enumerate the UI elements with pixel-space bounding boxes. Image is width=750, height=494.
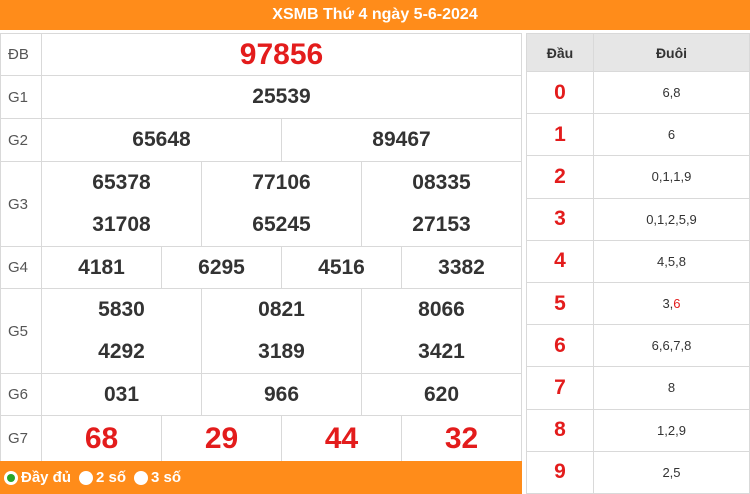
prize-label: G6 — [0, 373, 42, 416]
option-label: 3 số — [151, 469, 182, 486]
loto-row: 0 6,8 — [526, 70, 750, 115]
option-3-digits[interactable]: 3 số — [134, 469, 181, 486]
loto-tail-col: Đuôi — [593, 33, 750, 72]
loto-tails: 4,5,8 — [593, 239, 750, 283]
radio-icon[interactable] — [134, 470, 149, 485]
prize-label: G4 — [0, 246, 42, 289]
prize-number: 3382 — [401, 246, 522, 289]
prize-row-db: ĐB 97856 — [0, 33, 522, 76]
loto-tails: 6,6,7,8 — [593, 324, 750, 368]
loto-row: 4 4,5,8 — [526, 239, 750, 283]
loto-tails: 0,1,1,9 — [593, 155, 750, 199]
radio-icon[interactable] — [79, 470, 94, 485]
prize-number: 31708 — [41, 203, 202, 247]
prize-number: 27153 — [361, 203, 522, 247]
prize-row-g5b: 4292 3189 3421 — [1, 330, 522, 374]
loto-head: 4 — [526, 239, 594, 283]
prize-number: 77106 — [201, 161, 362, 204]
prize-number: 32 — [401, 415, 522, 462]
prize-row-g4: G4 4181 6295 4516 3382 — [0, 246, 522, 289]
prize-number: 65378 — [41, 161, 202, 204]
loto-head: 6 — [526, 324, 594, 368]
loto-head: 7 — [526, 366, 594, 410]
option-2-digits[interactable]: 2 số — [79, 469, 126, 486]
prize-row-g5: G5 5830 0821 8066 — [0, 288, 522, 374]
prize-number: 3421 — [361, 330, 522, 374]
loto-row: 78 — [526, 366, 750, 410]
prize-number: 25539 — [41, 75, 522, 119]
loto-head: 0 — [526, 70, 594, 115]
prize-number: 3189 — [201, 330, 362, 374]
loto-tails: 0,1,2,5,9 — [593, 197, 750, 241]
prize-row-g6: G6 031 966 620 — [0, 373, 522, 416]
loto-row: 8 1,2,9 — [526, 408, 750, 452]
prize-number: 44 — [281, 415, 402, 462]
prize-number: 68 — [41, 415, 162, 462]
prize-row-g7: G7 68 29 44 32 — [0, 415, 522, 462]
option-label: 2 số — [96, 469, 127, 486]
option-label: Đầy đủ — [21, 469, 72, 486]
radio-selected-icon[interactable] — [4, 470, 18, 485]
prize-number: 29 — [161, 415, 282, 462]
page-title: XSMB Thứ 4 ngày 5-6-2024 — [272, 6, 478, 23]
loto-tails: 8 — [593, 366, 750, 410]
prize-label: G2 — [0, 118, 42, 162]
prize-label: ĐB — [0, 33, 42, 76]
prize-number: 08335 — [361, 161, 522, 204]
prize-number: 89467 — [281, 118, 522, 162]
loto-head: 5 — [526, 281, 594, 326]
prize-label: G1 — [0, 75, 42, 119]
loto-tails: 6 — [593, 113, 750, 157]
loto-row: 3 0,1,2,5,9 — [526, 197, 750, 241]
loto-tails: 2,5 — [593, 450, 750, 494]
loto-tails: 3,6 — [593, 281, 750, 326]
display-options-bar: Đầy đủ 2 số 3 số — [0, 461, 522, 494]
loto-row: 5 3,6 — [526, 281, 750, 326]
prize-row-g3: G3 65378 77106 08335 — [0, 161, 522, 247]
prize-row-g2: G2 65648 89467 — [0, 118, 522, 162]
loto-row: 9 2,5 — [526, 450, 750, 494]
prize-number: 65245 — [201, 203, 362, 247]
prize-number: 65648 — [41, 118, 282, 162]
loto-tails: 1,2,9 — [593, 408, 750, 452]
prize-number: 620 — [361, 373, 522, 416]
loto-tails-text: 3, — [662, 296, 674, 312]
prize-number: 4516 — [281, 246, 402, 289]
loto-head: 2 — [526, 155, 594, 199]
results-table: ĐB 97856 G1 25539 G2 65648 89467 G3 6537… — [0, 33, 522, 462]
loto-head: 1 — [526, 113, 594, 157]
prize-number: 5830 — [41, 288, 202, 331]
loto-row: 6 6,6,7,8 — [526, 324, 750, 368]
prize-label: G7 — [0, 415, 42, 462]
prize-number: 966 — [201, 373, 362, 416]
prize-number: 8066 — [361, 288, 522, 331]
prize-number: 6295 — [161, 246, 282, 289]
prize-row-g3b: 31708 65245 27153 — [1, 203, 522, 247]
loto-row: 2 0,1,1,9 — [526, 155, 750, 199]
loto-head: 3 — [526, 197, 594, 241]
results-header: XSMB Thứ 4 ngày 5-6-2024 — [0, 0, 750, 30]
prize-label: G3 — [0, 161, 42, 247]
loto-head-col: Đầu — [526, 33, 594, 72]
prize-number: 031 — [41, 373, 202, 416]
loto-row: 16 — [526, 113, 750, 157]
prize-label: G5 — [0, 288, 42, 374]
prize-row-g1: G1 25539 — [0, 75, 522, 119]
loto-head: 8 — [526, 408, 594, 452]
prize-number: 4181 — [41, 246, 162, 289]
loto-table: Đầu Đuôi 0 6,8 16 2 0,1,1,9 3 0,1,2,5,9 4 4,… — [526, 33, 750, 494]
option-full[interactable]: Đầy đủ — [4, 469, 71, 486]
loto-header-row: Đầu Đuôi — [526, 33, 750, 72]
loto-head: 9 — [526, 450, 594, 494]
prize-number: 0821 — [201, 288, 362, 331]
prize-number: 4292 — [41, 330, 202, 374]
special-prize-number: 97856 — [41, 33, 522, 76]
loto-tails: 6,8 — [593, 70, 750, 115]
loto-tail-highlight: 6 — [673, 296, 681, 312]
